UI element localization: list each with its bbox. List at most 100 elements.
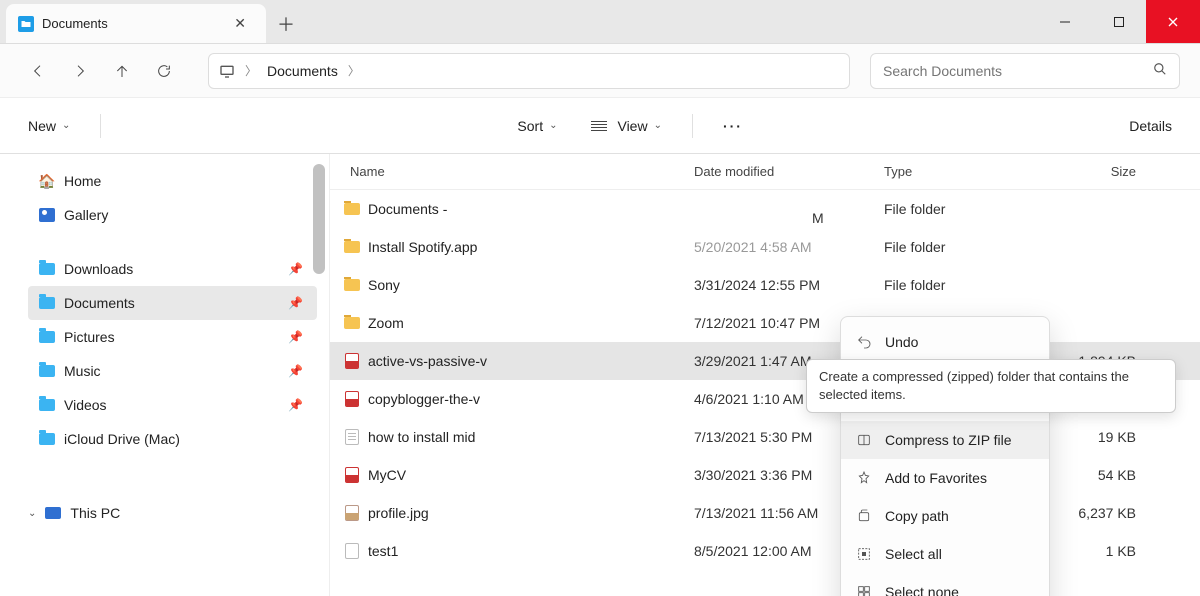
navigation-sidebar: 🏠 Home Gallery Downloads 📌 Documents 📌 P… (0, 154, 330, 596)
home-icon: 🏠 (38, 172, 56, 190)
zip-icon (855, 431, 873, 449)
file-icon (344, 429, 360, 445)
file-row[interactable]: Documents - File folder (330, 190, 1200, 228)
file-name: test1 (368, 543, 398, 559)
file-size: 19 KB (1054, 429, 1144, 445)
sidebar-item-documents[interactable]: Documents 📌 (28, 286, 317, 320)
more-button[interactable]: ··· (719, 112, 747, 140)
file-date: 3/31/2024 12:55 PM (694, 277, 884, 293)
command-bar: New⌄ Sort⌄ View⌄ ··· Details (0, 98, 1200, 154)
folder-icon (38, 430, 56, 448)
column-date[interactable]: Date modified (694, 164, 884, 179)
sidebar-item-icloud[interactable]: iCloud Drive (Mac) (28, 422, 317, 456)
sidebar-item-music[interactable]: Music 📌 (28, 354, 317, 388)
ellipsis-icon: ··· (723, 118, 743, 134)
ctx-add-favorites[interactable]: Add to Favorites (841, 459, 1049, 497)
navigation-bar: 〉 Documents 〉 (0, 44, 1200, 98)
ctx-select-none[interactable]: Select none (841, 573, 1049, 596)
breadcrumb-documents[interactable]: Documents (267, 63, 338, 79)
sidebar-item-videos[interactable]: Videos 📌 (28, 388, 317, 422)
maximize-button[interactable] (1092, 0, 1146, 43)
file-row[interactable]: Sony 3/31/2024 12:55 PMFile folder (330, 266, 1200, 304)
sidebar-item-home[interactable]: 🏠 Home (28, 164, 317, 198)
ctx-copy-path[interactable]: Copy path (841, 497, 1049, 535)
pin-icon[interactable]: 📌 (288, 296, 303, 310)
file-row[interactable]: Install Spotify.app5/20/2021 4:58 AMFile… (330, 228, 1200, 266)
select-none-icon (855, 583, 873, 596)
chevron-right-icon[interactable]: 〉 (245, 62, 257, 79)
minimize-button[interactable] (1038, 0, 1092, 43)
sidebar-item-pictures[interactable]: Pictures 📌 (28, 320, 317, 354)
file-name: Sony (368, 277, 400, 293)
refresh-button[interactable] (146, 53, 182, 89)
ctx-compress-zip[interactable]: Compress to ZIP file (841, 421, 1049, 459)
file-icon (344, 353, 360, 369)
sidebar-item-downloads[interactable]: Downloads 📌 (28, 252, 317, 286)
file-icon (344, 543, 360, 559)
address-bar[interactable]: 〉 Documents 〉 (208, 53, 850, 89)
file-row[interactable]: test18/5/2021 12:00 AMFile1 KB (330, 532, 1200, 570)
chevron-down-icon[interactable]: ⌄ (28, 508, 36, 519)
title-bar: Documents ✕ ＋ (0, 0, 1200, 44)
ctx-undo[interactable]: Undo (841, 323, 1049, 361)
file-row[interactable]: MyCV3/30/2021 3:36 PMMicrosoft Edge PDF … (330, 456, 1200, 494)
file-size: 1 KB (1054, 543, 1144, 559)
forward-button[interactable] (62, 53, 98, 89)
folder-icon (38, 260, 56, 278)
pin-icon[interactable]: 📌 (288, 262, 303, 276)
file-row[interactable]: Zoom7/12/2021 10:47 PMFile folder (330, 304, 1200, 342)
file-icon (344, 467, 360, 483)
search-icon[interactable] (1153, 62, 1167, 79)
file-list: Name Date modified Type Size Documents -… (330, 154, 1200, 596)
file-name: how to install mid (368, 429, 475, 445)
sidebar-item-gallery[interactable]: Gallery (28, 198, 317, 232)
view-button[interactable]: View⌄ (587, 112, 665, 140)
file-row[interactable]: profile.jpg7/13/2021 11:56 AMjpegfile6,2… (330, 494, 1200, 532)
pin-icon[interactable]: 📌 (288, 398, 303, 412)
new-tab-button[interactable]: ＋ (266, 4, 306, 43)
copy-path-icon (855, 507, 873, 525)
tooltip: Create a compressed (zipped) folder that… (806, 359, 1176, 413)
sidebar-item-thispc[interactable]: ⌄ This PC (28, 496, 317, 530)
column-name[interactable]: Name (344, 164, 694, 179)
new-button[interactable]: New⌄ (24, 112, 74, 140)
file-type: File folder (884, 277, 1054, 293)
chevron-right-icon[interactable]: 〉 (348, 62, 360, 79)
column-size[interactable]: Size (1054, 164, 1144, 179)
file-type: File folder (884, 201, 1054, 217)
pin-icon (855, 469, 873, 487)
details-button[interactable]: Details (1125, 112, 1176, 140)
file-name: Documents - (368, 201, 447, 217)
search-input[interactable] (883, 63, 1153, 79)
search-box[interactable] (870, 53, 1180, 89)
file-name: active-vs-passive-v (368, 353, 487, 369)
pc-icon (219, 64, 235, 78)
folder-icon (38, 294, 56, 312)
pin-icon[interactable]: 📌 (288, 364, 303, 378)
column-type[interactable]: Type (884, 164, 1054, 179)
file-icon (344, 391, 360, 407)
file-type: File folder (884, 239, 1054, 255)
back-button[interactable] (20, 53, 56, 89)
column-headers: Name Date modified Type Size (330, 154, 1200, 190)
file-row[interactable]: how to install mid7/13/2021 5:30 PMOpenD… (330, 418, 1200, 456)
file-icon (344, 505, 360, 521)
folder-icon (18, 16, 34, 32)
sort-button[interactable]: Sort⌄ (513, 112, 561, 140)
undo-icon (855, 333, 873, 351)
file-size: 54 KB (1054, 467, 1144, 483)
ctx-select-all[interactable]: Select all (841, 535, 1049, 573)
tab-documents[interactable]: Documents ✕ (6, 4, 266, 43)
file-icon (344, 315, 360, 331)
up-button[interactable] (104, 53, 140, 89)
close-button[interactable] (1146, 0, 1200, 43)
file-name: copyblogger-the-v (368, 391, 480, 407)
context-menu: Undo Compress to ZIP file Add to Favorit… (840, 316, 1050, 596)
select-all-icon (855, 545, 873, 563)
file-icon (344, 239, 360, 255)
tab-close-button[interactable]: ✕ (228, 13, 252, 34)
gallery-icon (38, 206, 56, 224)
folder-icon (38, 362, 56, 380)
pin-icon[interactable]: 📌 (288, 330, 303, 344)
file-name: MyCV (368, 467, 406, 483)
